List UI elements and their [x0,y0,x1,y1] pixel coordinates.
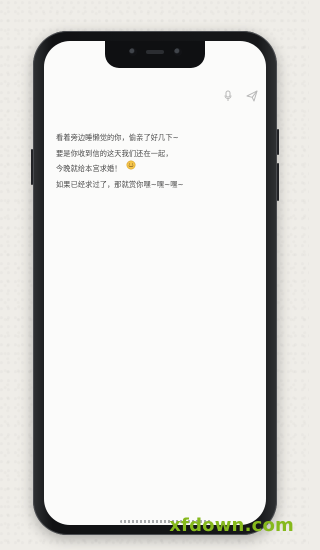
mic-icon[interactable] [222,90,234,102]
power-button-upper [277,129,279,155]
phone-frame: 看着旁边睡懒觉的你，偷亲了好几下~ 要是你收到信的这天我们还在一起， 今晚就给本… [31,31,279,535]
site-watermark: xfdown.com [169,515,294,536]
earpiece-speaker [146,50,164,54]
top-toolbar [222,90,258,102]
phone-notch [105,41,205,68]
phone-screen: 看着旁边睡懒觉的你，偷亲了好几下~ 要是你收到信的这天我们还在一起， 今晚就给本… [44,41,266,525]
message-line-3-text: 今晚就给本宫求婚！ [56,164,122,173]
front-sensor-icon [174,48,182,56]
page: { "toolbar": { "mic_icon": "mic-icon", "… [0,0,309,550]
smile-emoji-icon [126,160,136,176]
volume-button [31,149,33,185]
love-letter-text: 看着旁边睡懒觉的你，偷亲了好几下~ 要是你收到信的这天我们还在一起， 今晚就给本… [56,130,246,192]
front-camera-icon [129,48,137,56]
power-button-lower [277,163,279,201]
message-line-3: 今晚就给本宫求婚！ [56,160,246,177]
message-line-2: 要是你收到信的这天我们还在一起， [56,148,173,158]
send-icon[interactable] [246,90,258,102]
message-line-4: 如果已经求过了，那就赏你嘿~嘿~嘿~ [56,179,184,189]
message-line-1: 看着旁边睡懒觉的你，偷亲了好几下~ [56,133,179,142]
